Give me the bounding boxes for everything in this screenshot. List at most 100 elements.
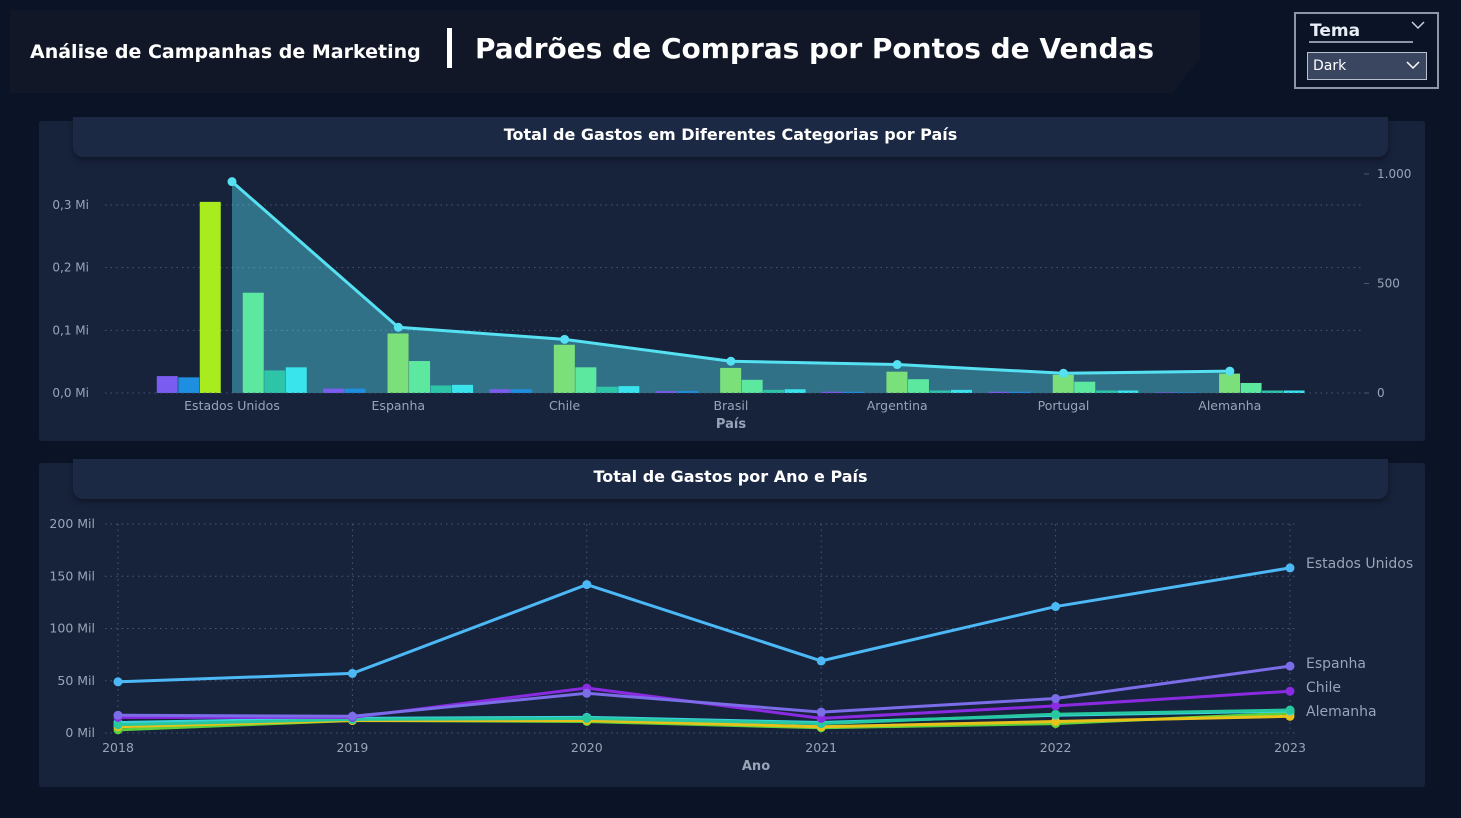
x-tick-label: Alemanha bbox=[1198, 398, 1261, 413]
bar bbox=[387, 333, 409, 393]
series-point bbox=[816, 707, 826, 717]
x-tick-label: 2019 bbox=[336, 740, 368, 755]
series-end-label: Chile bbox=[1306, 680, 1341, 696]
x-tick-label: 2020 bbox=[571, 740, 603, 755]
series-point bbox=[1285, 705, 1295, 715]
chart-title-bar: Total de Gastos em Diferentes Categorias… bbox=[73, 117, 1388, 157]
bar bbox=[344, 388, 366, 393]
series-point bbox=[347, 711, 357, 721]
series-point bbox=[1051, 694, 1061, 704]
theme-dropdown[interactable]: Dark bbox=[1307, 52, 1427, 80]
y2-tick-label: 1.000 bbox=[1377, 167, 1411, 181]
bar bbox=[1074, 381, 1096, 393]
x-axis-title: Ano bbox=[742, 759, 770, 774]
bar bbox=[452, 384, 474, 393]
bar bbox=[178, 377, 200, 393]
theme-dropdown-value: Dark bbox=[1313, 58, 1347, 74]
y2-tick-label: 0 bbox=[1377, 386, 1385, 400]
line-point bbox=[393, 322, 403, 332]
series-point bbox=[582, 713, 592, 723]
series-line bbox=[117, 664, 1291, 718]
x-tick-label: Estados Unidos bbox=[184, 398, 280, 413]
bar bbox=[323, 388, 345, 393]
bar bbox=[596, 386, 618, 393]
bar bbox=[409, 361, 431, 393]
bar bbox=[618, 386, 640, 393]
bar bbox=[575, 367, 597, 393]
bar bbox=[430, 385, 452, 393]
series-end-label: Estados Unidos bbox=[1306, 556, 1413, 572]
line-point bbox=[1225, 366, 1235, 376]
line-point bbox=[1059, 368, 1068, 378]
bar bbox=[264, 370, 286, 393]
bar bbox=[199, 201, 221, 393]
series-end-label: Espanha bbox=[1306, 656, 1366, 672]
report-subtitle: Análise de Campanhas de Marketing bbox=[30, 41, 421, 63]
chevron-down-icon[interactable] bbox=[1411, 20, 1425, 30]
y-tick-label: 150 Mil bbox=[49, 568, 95, 583]
x-tick-label: 2023 bbox=[1274, 740, 1306, 755]
line-chart[interactable]: 0 Mil 50 Mil 100 Mil 150 Mil 200 Mil 2018 2019… bbox=[39, 463, 1425, 787]
bar bbox=[1176, 392, 1198, 393]
line-point bbox=[892, 360, 902, 370]
bar bbox=[156, 376, 178, 393]
bar bbox=[1117, 390, 1139, 393]
chevron-down-icon[interactable] bbox=[1406, 60, 1420, 70]
series-point bbox=[1051, 602, 1061, 612]
theme-slicer-underline bbox=[1309, 41, 1413, 43]
series-point bbox=[347, 668, 357, 678]
bar bbox=[510, 389, 532, 393]
series-point bbox=[582, 688, 592, 698]
series-point bbox=[582, 580, 592, 590]
series-end-label: Alemanha bbox=[1306, 704, 1377, 720]
theme-slicer-label: Tema bbox=[1310, 21, 1361, 41]
x-tick-label: Portugal bbox=[1038, 398, 1090, 413]
series-point bbox=[1285, 661, 1295, 671]
series-point bbox=[1285, 563, 1295, 573]
y2-tick-label: 500 bbox=[1377, 277, 1400, 291]
report-header: Análise de Campanhas de Marketing Padrõe… bbox=[10, 10, 1200, 93]
y-tick-label: 0,1 Mi bbox=[52, 323, 89, 337]
y-tick-label: 100 Mil bbox=[49, 621, 95, 636]
series-point bbox=[113, 677, 123, 687]
x-tick-label: 2018 bbox=[102, 740, 134, 755]
x-tick-label: 2021 bbox=[805, 740, 837, 755]
y-tick-label: 0,2 Mi bbox=[52, 261, 89, 275]
bar-line-chart[interactable]: 0,0 Mi 0,1 Mi 0,2 Mi 0,3 Mi 0 500 1.000 Estados… bbox=[39, 121, 1425, 441]
x-tick-label: Chile bbox=[549, 398, 581, 413]
y-tick-label: 0,0 Mi bbox=[52, 386, 89, 400]
bar bbox=[784, 389, 806, 393]
series-line bbox=[117, 566, 1291, 684]
y-tick-label: 0 Mil bbox=[65, 725, 95, 740]
x-tick-label: Brasil bbox=[713, 398, 748, 413]
bar bbox=[553, 344, 575, 393]
y-tick-label: 50 Mil bbox=[57, 673, 95, 688]
title-separator bbox=[447, 28, 452, 68]
chart-title: Total de Gastos por Ano e País bbox=[593, 467, 868, 486]
y-tick-label: 0,3 Mi bbox=[52, 198, 89, 212]
series-point bbox=[1285, 686, 1295, 696]
theme-slicer[interactable]: Tema Dark bbox=[1294, 12, 1439, 89]
bar bbox=[285, 367, 307, 393]
line-point bbox=[726, 356, 736, 366]
bar bbox=[741, 379, 763, 393]
series-point bbox=[1051, 709, 1061, 719]
bar bbox=[242, 292, 264, 393]
bar bbox=[907, 379, 929, 393]
bar bbox=[886, 371, 908, 393]
x-tick-label: Argentina bbox=[867, 398, 928, 413]
line-point bbox=[227, 177, 237, 187]
line-point bbox=[560, 334, 570, 344]
bar bbox=[489, 389, 511, 393]
chart-title-bar: Total de Gastos por Ano e País bbox=[73, 459, 1388, 499]
bar bbox=[1219, 373, 1241, 393]
chart-title: Total de Gastos em Diferentes Categorias… bbox=[503, 125, 958, 144]
x-tick-label: 2022 bbox=[1040, 740, 1072, 755]
x-tick-label: Espanha bbox=[372, 398, 426, 413]
bar bbox=[1262, 390, 1284, 393]
series-point bbox=[816, 656, 826, 666]
bar bbox=[1240, 382, 1262, 393]
y-tick-label: 200 Mil bbox=[49, 516, 95, 531]
series-point bbox=[113, 710, 123, 720]
report-title: Padrões de Compras por Pontos de Vendas bbox=[475, 32, 1155, 65]
